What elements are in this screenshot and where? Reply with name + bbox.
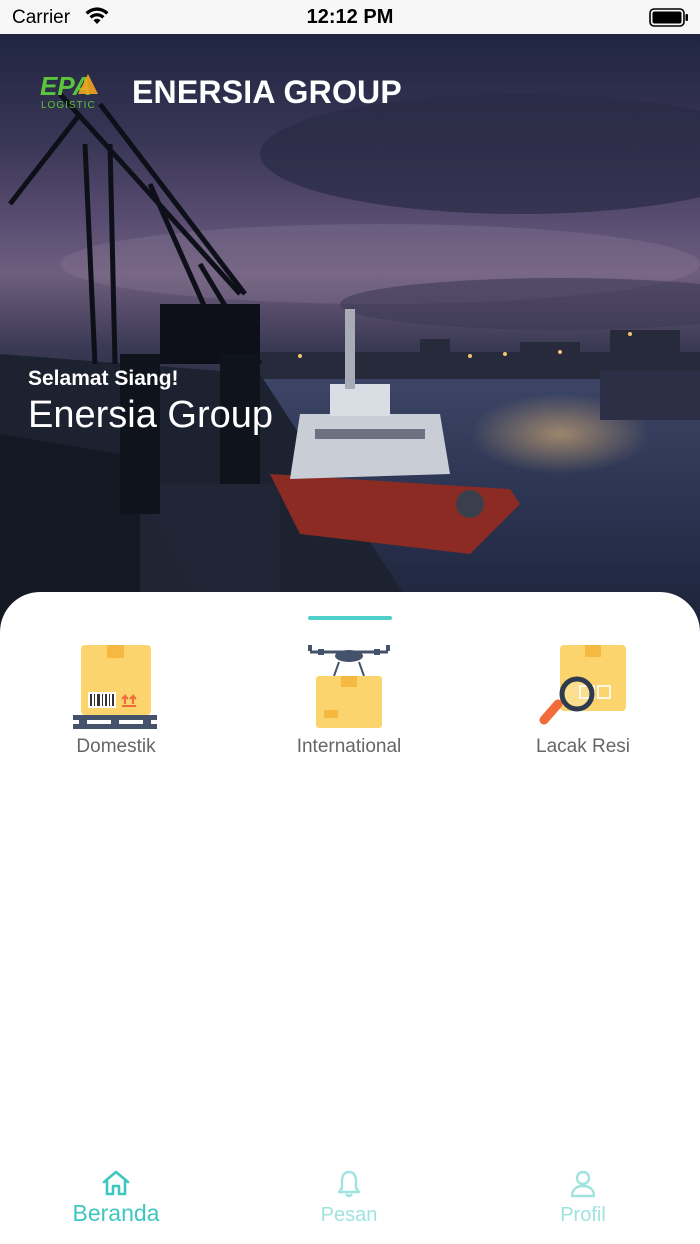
tab-profil[interactable]: Profil — [483, 1158, 683, 1244]
tab-label: Beranda — [72, 1200, 160, 1226]
tab-beranda[interactable]: Beranda — [16, 1158, 216, 1244]
clock-time: 12:12 PM — [306, 6, 394, 28]
svg-text:LOGISTIC: LOGISTIC — [41, 100, 96, 111]
box-pallet-icon — [73, 645, 157, 729]
service-international-button[interactable]: International — [249, 642, 449, 762]
hero-banner: EPA LOGISTIC ENERSIA GROUP Selamat Siang… — [0, 34, 700, 634]
battery-icon — [649, 8, 688, 27]
status-bar: Carrier 12:12 PM — [0, 0, 700, 34]
services-sheet: Domestik International Lacak Resi — [0, 592, 700, 1244]
tab-label: Pesan — [320, 1204, 378, 1226]
service-lacak-resi-button[interactable]: Lacak Resi — [483, 642, 683, 762]
service-label: Lacak Resi — [536, 736, 630, 757]
harbor-background-image — [0, 92, 700, 634]
home-icon — [102, 1170, 130, 1196]
service-label: Domestik — [76, 736, 156, 757]
tab-pesan[interactable]: Pesan — [249, 1158, 449, 1244]
service-domestik-button[interactable]: Domestik — [16, 642, 216, 762]
epa-logistic-logo: EPA LOGISTIC — [40, 71, 98, 111]
service-label: International — [296, 736, 402, 757]
bell-icon — [337, 1170, 361, 1198]
greeting-text: Selamat Siang! — [28, 367, 179, 390]
sheet-handle[interactable] — [308, 616, 392, 620]
drone-box-icon — [308, 645, 390, 728]
tab-label: Profil — [560, 1204, 606, 1226]
user-name: Enersia Group — [28, 394, 274, 436]
box-search-icon — [539, 645, 626, 725]
user-icon — [570, 1170, 596, 1198]
brand-title: ENERSIA GROUP — [132, 74, 402, 110]
bottom-tab-bar: Beranda Pesan Profil — [0, 1158, 700, 1244]
